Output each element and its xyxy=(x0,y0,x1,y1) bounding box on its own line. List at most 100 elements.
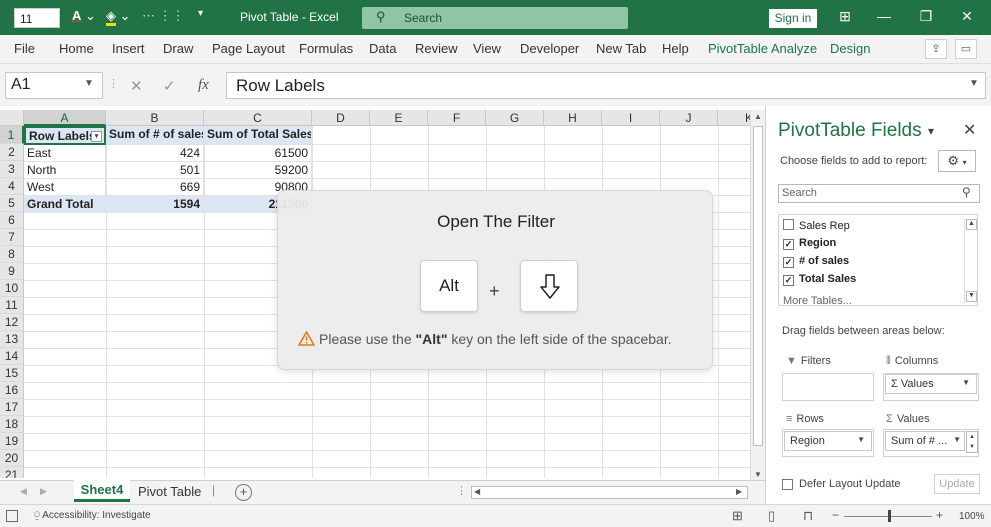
fill-color-icon[interactable]: ◈ ⌄ xyxy=(106,8,131,26)
row-header[interactable]: 4 xyxy=(0,178,24,195)
cell-b3[interactable]: 501 xyxy=(106,162,204,179)
pane-options-icon[interactable]: ▾ xyxy=(928,124,934,138)
row-header[interactable]: 1 xyxy=(0,126,24,144)
tab-pivottable-analyze[interactable]: PivotTable Analyze xyxy=(708,41,817,56)
chevron-down-icon[interactable]: ▼ xyxy=(857,435,865,444)
row-header[interactable]: 15 xyxy=(0,365,24,382)
scroll-up-icon[interactable]: ▲ xyxy=(966,219,977,230)
values-scroll[interactable]: ▲ ▼ xyxy=(966,431,978,453)
enter-icon[interactable]: ✓ xyxy=(163,77,176,95)
field-list-scrollbar[interactable]: ▲ ▼ xyxy=(964,219,977,303)
ribbon-display-icon[interactable]: ⊞ xyxy=(835,8,855,25)
row-header[interactable]: 11 xyxy=(0,297,24,314)
tab-view[interactable]: View xyxy=(473,41,501,56)
tab-home[interactable]: Home xyxy=(59,41,94,56)
update-button[interactable]: Update xyxy=(934,474,980,494)
minimize-icon[interactable]: — xyxy=(874,8,894,24)
tab-data[interactable]: Data xyxy=(369,41,396,56)
font-size-input[interactable]: 11 xyxy=(14,8,60,28)
row-header[interactable]: 2 xyxy=(0,144,24,161)
expand-formula-icon[interactable]: ▼ xyxy=(969,78,979,89)
select-all-corner[interactable] xyxy=(0,110,24,126)
row-header[interactable]: 9 xyxy=(0,263,24,280)
field-sales-rep[interactable]: Sales Rep xyxy=(783,219,850,232)
row-header[interactable]: 7 xyxy=(0,229,24,246)
formula-input[interactable]: Row Labels xyxy=(226,72,986,99)
scroll-down-icon[interactable]: ▼ xyxy=(753,470,763,480)
split-handle-icon[interactable]: ⋮ xyxy=(456,484,467,497)
filter-dropdown-icon[interactable]: ▾ xyxy=(91,131,102,142)
tab-page-layout[interactable]: Page Layout xyxy=(212,41,285,56)
cell-a1[interactable]: Row Labels ▾ xyxy=(24,126,106,145)
zoom-slider-thumb[interactable] xyxy=(888,510,891,522)
sign-in-button[interactable]: Sign in xyxy=(769,9,817,28)
tab-developer[interactable]: Developer xyxy=(520,41,579,56)
cell-a4[interactable]: West xyxy=(24,179,106,196)
comments-icon[interactable]: ▭ xyxy=(955,39,977,59)
cell-b4[interactable]: 669 xyxy=(106,179,204,196)
row-header[interactable]: 13 xyxy=(0,331,24,348)
field-region[interactable]: ✓ Region xyxy=(783,237,836,250)
row-header[interactable]: 3 xyxy=(0,161,24,178)
chevron-down-icon[interactable]: ▼ xyxy=(84,78,94,89)
column-header-a[interactable]: A xyxy=(24,110,106,126)
cell-b2[interactable]: 424 xyxy=(106,145,204,162)
share-icon[interactable]: ⇪ xyxy=(925,39,947,59)
tab-design[interactable]: Design xyxy=(830,41,870,56)
tab-review[interactable]: Review xyxy=(415,41,458,56)
close-icon[interactable]: ✕ xyxy=(957,8,977,25)
scroll-left-icon[interactable]: ◀ xyxy=(474,487,480,496)
column-header-b[interactable]: B xyxy=(106,110,204,126)
zoom-level[interactable]: 100% xyxy=(959,511,985,522)
cell-a5[interactable]: Grand Total xyxy=(24,196,106,213)
row-header[interactable]: 5 xyxy=(0,195,24,212)
field-search-input[interactable]: Search xyxy=(778,184,980,203)
zoom-out-icon[interactable]: − xyxy=(832,508,839,522)
field-num-of-sales[interactable]: ✓ # of sales xyxy=(783,255,849,268)
page-layout-view-icon[interactable]: ▯ xyxy=(768,508,775,524)
close-icon[interactable]: ✕ xyxy=(963,120,976,140)
row-header[interactable]: 6 xyxy=(0,212,24,229)
column-header-g[interactable]: G xyxy=(486,110,544,126)
row-header[interactable]: 16 xyxy=(0,382,24,399)
cell-c2[interactable]: 61500 xyxy=(204,145,312,162)
cell-c1[interactable]: Sum of Total Sales xyxy=(204,126,312,145)
tab-help[interactable]: Help xyxy=(662,41,689,56)
chevron-down-icon[interactable]: ▼ xyxy=(962,378,970,387)
columns-values-chip[interactable]: Σ Values ▼ xyxy=(885,374,977,394)
insert-function-icon[interactable]: fx xyxy=(198,77,209,94)
page-break-view-icon[interactable]: ⊓ xyxy=(803,508,813,524)
checkbox-icon[interactable] xyxy=(783,219,794,230)
row-header[interactable]: 8 xyxy=(0,246,24,263)
horizontal-scrollbar[interactable]: ◀ ▶ xyxy=(471,486,748,499)
column-header-e[interactable]: E xyxy=(370,110,428,126)
sheet-tab-sheet4[interactable]: Sheet4 xyxy=(74,480,130,502)
rows-region-chip[interactable]: Region ▼ xyxy=(784,431,872,451)
tab-file[interactable]: File xyxy=(14,41,35,56)
accessibility-status[interactable]: ⍜ Accessibility: Investigate xyxy=(34,510,151,521)
restore-icon[interactable]: ❐ xyxy=(916,8,936,25)
column-header-j[interactable]: J xyxy=(660,110,718,126)
tab-draw[interactable]: Draw xyxy=(163,41,193,56)
row-header[interactable]: 20 xyxy=(0,450,24,467)
more-tables-link[interactable]: More Tables... xyxy=(783,295,852,305)
search-box[interactable]: ⚲ Search xyxy=(362,7,628,29)
add-sheet-button[interactable]: + xyxy=(235,484,252,501)
scroll-down-icon[interactable]: ▼ xyxy=(966,291,977,302)
sheet-tab-pivot-table[interactable]: Pivot Table xyxy=(138,484,201,499)
chevron-down-icon[interactable]: ▼ xyxy=(953,435,961,444)
row-header[interactable]: 12 xyxy=(0,314,24,331)
defer-layout-checkbox[interactable] xyxy=(782,479,793,490)
row-header[interactable]: 14 xyxy=(0,348,24,365)
vertical-scrollbar[interactable]: ▲ ▼ xyxy=(750,110,765,480)
customize-qat-icon[interactable]: ▾ xyxy=(198,8,203,19)
cell-a3[interactable]: North xyxy=(24,162,106,179)
column-header-h[interactable]: H xyxy=(544,110,602,126)
checked-checkbox-icon[interactable]: ✓ xyxy=(783,275,794,286)
scroll-thumb[interactable] xyxy=(753,126,763,446)
font-color-icon[interactable]: A ⌄ xyxy=(72,8,96,24)
cell-c3[interactable]: 59200 xyxy=(204,162,312,179)
checked-checkbox-icon[interactable]: ✓ xyxy=(783,239,794,250)
next-sheet-icon[interactable]: ▶ xyxy=(40,486,47,497)
values-sum-chip[interactable]: Sum of # ... ▼ xyxy=(885,431,965,451)
